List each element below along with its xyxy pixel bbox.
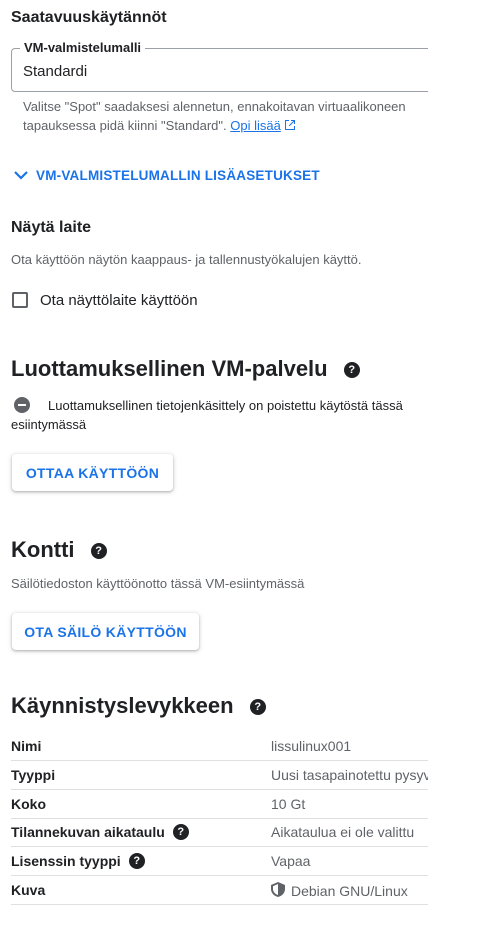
provisioning-hint: Valitse "Spot" saadaksesi alennetun, enn… — [23, 97, 406, 135]
provisioning-hint-line2-wrap: tapauksessa pidä kiinni "Standard". Opi … — [23, 116, 406, 135]
provisioning-hint-line1: Valitse "Spot" saadaksesi alennetun, enn… — [23, 99, 406, 114]
learn-more-link[interactable]: Opi lisää — [230, 118, 281, 133]
help-icon[interactable]: ? — [249, 699, 266, 716]
table-row: Kuva Debian GNU/Linux — [11, 876, 428, 905]
container-description: Säilötiedoston käyttöönotto tässä VM-esi… — [11, 576, 305, 591]
row-key: Nimi — [11, 738, 42, 754]
row-value-wrap: Debian GNU/Linux — [271, 882, 408, 900]
help-icon[interactable]: ? — [90, 543, 107, 560]
external-link-icon — [284, 118, 296, 133]
row-value: lissulinux001 — [271, 738, 352, 754]
row-value: 10 Gt — [271, 796, 306, 812]
boot-disk-title: Käynnistyslevykkeen — [11, 693, 234, 718]
enable-confidential-button[interactable]: OTTAA KÄYTTÖÖN — [12, 454, 173, 491]
section-title-boot-disk: Käynnistyslevykkeen ? — [11, 693, 266, 719]
row-key-wrap: Lisenssin tyyppi ? — [11, 853, 145, 869]
confidential-vm-title: Luottamuksellinen VM-palvelu — [11, 356, 328, 381]
provisioning-model-select[interactable]: VM-valmistelumalli Standardi — [11, 40, 428, 92]
display-device-checkbox-label[interactable]: Ota näyttölaite käyttöön — [40, 292, 198, 309]
help-icon[interactable]: ? — [343, 362, 360, 379]
shield-icon — [271, 882, 285, 900]
row-key-wrap: Tilannekuvan aikataulu ? — [11, 824, 189, 840]
remove-circle-icon — [14, 397, 30, 418]
help-icon[interactable]: ? — [172, 824, 189, 840]
row-key: Lisenssin tyyppi — [11, 853, 121, 869]
row-value: Vapaa — [271, 853, 311, 869]
display-device-checkbox[interactable] — [12, 292, 28, 308]
table-row: Nimi lissulinux001 — [11, 732, 428, 761]
help-icon[interactable]: ? — [128, 853, 145, 869]
row-key: Koko — [11, 796, 46, 812]
container-title: Kontti — [11, 537, 75, 562]
display-device-description: Ota käyttöön näytön kaappaus- ja tallenn… — [11, 252, 362, 267]
row-key: Tyyppi — [11, 767, 56, 783]
section-title-confidential-vm: Luottamuksellinen VM-palvelu ? — [11, 356, 360, 382]
confidential-notice-line2: esiintymässä — [11, 417, 87, 432]
confidential-notice-line1: Luottamuksellinen tietojenkäsittely on p… — [48, 398, 403, 413]
chevron-down-icon — [14, 168, 28, 183]
advanced-settings-toggle[interactable]: VM-VALMISTELUMALLIN LISÄASETUKSET — [14, 168, 320, 183]
row-key: Tilannekuvan aikataulu — [11, 824, 165, 840]
row-key: Kuva — [11, 882, 46, 898]
table-row: Tyyppi Uusi tasapainotettu pysyvä levy — [11, 761, 428, 790]
provisioning-model-value: Standardi — [23, 63, 88, 80]
section-title-availability: Saatavuuskäytännöt — [11, 9, 167, 26]
table-row: Tilannekuvan aikataulu ? Aikataulua ei o… — [11, 818, 428, 847]
row-value: Aikataulua ei ole valittu — [271, 824, 415, 840]
row-value: Uusi tasapainotettu pysyvä levy — [271, 767, 428, 783]
deploy-container-button[interactable]: OTA SÄILÖ KÄYTTÖÖN — [12, 613, 199, 650]
provisioning-hint-line2: tapauksessa pidä kiinni "Standard". — [23, 118, 227, 133]
advanced-settings-label: VM-VALMISTELUMALLIN LISÄASETUKSET — [36, 168, 320, 183]
settings-panel: Saatavuuskäytännöt VM-valmistelumalli St… — [0, 0, 428, 934]
provisioning-model-label: VM-valmistelumalli — [20, 40, 146, 55]
section-title-display-device: Näytä laite — [11, 219, 92, 236]
table-row: Koko 10 Gt — [11, 790, 428, 819]
section-title-container: Kontti ? — [11, 537, 107, 563]
row-value: Debian GNU/Linux — [291, 883, 408, 899]
table-row: Lisenssin tyyppi ? Vapaa — [11, 847, 428, 876]
